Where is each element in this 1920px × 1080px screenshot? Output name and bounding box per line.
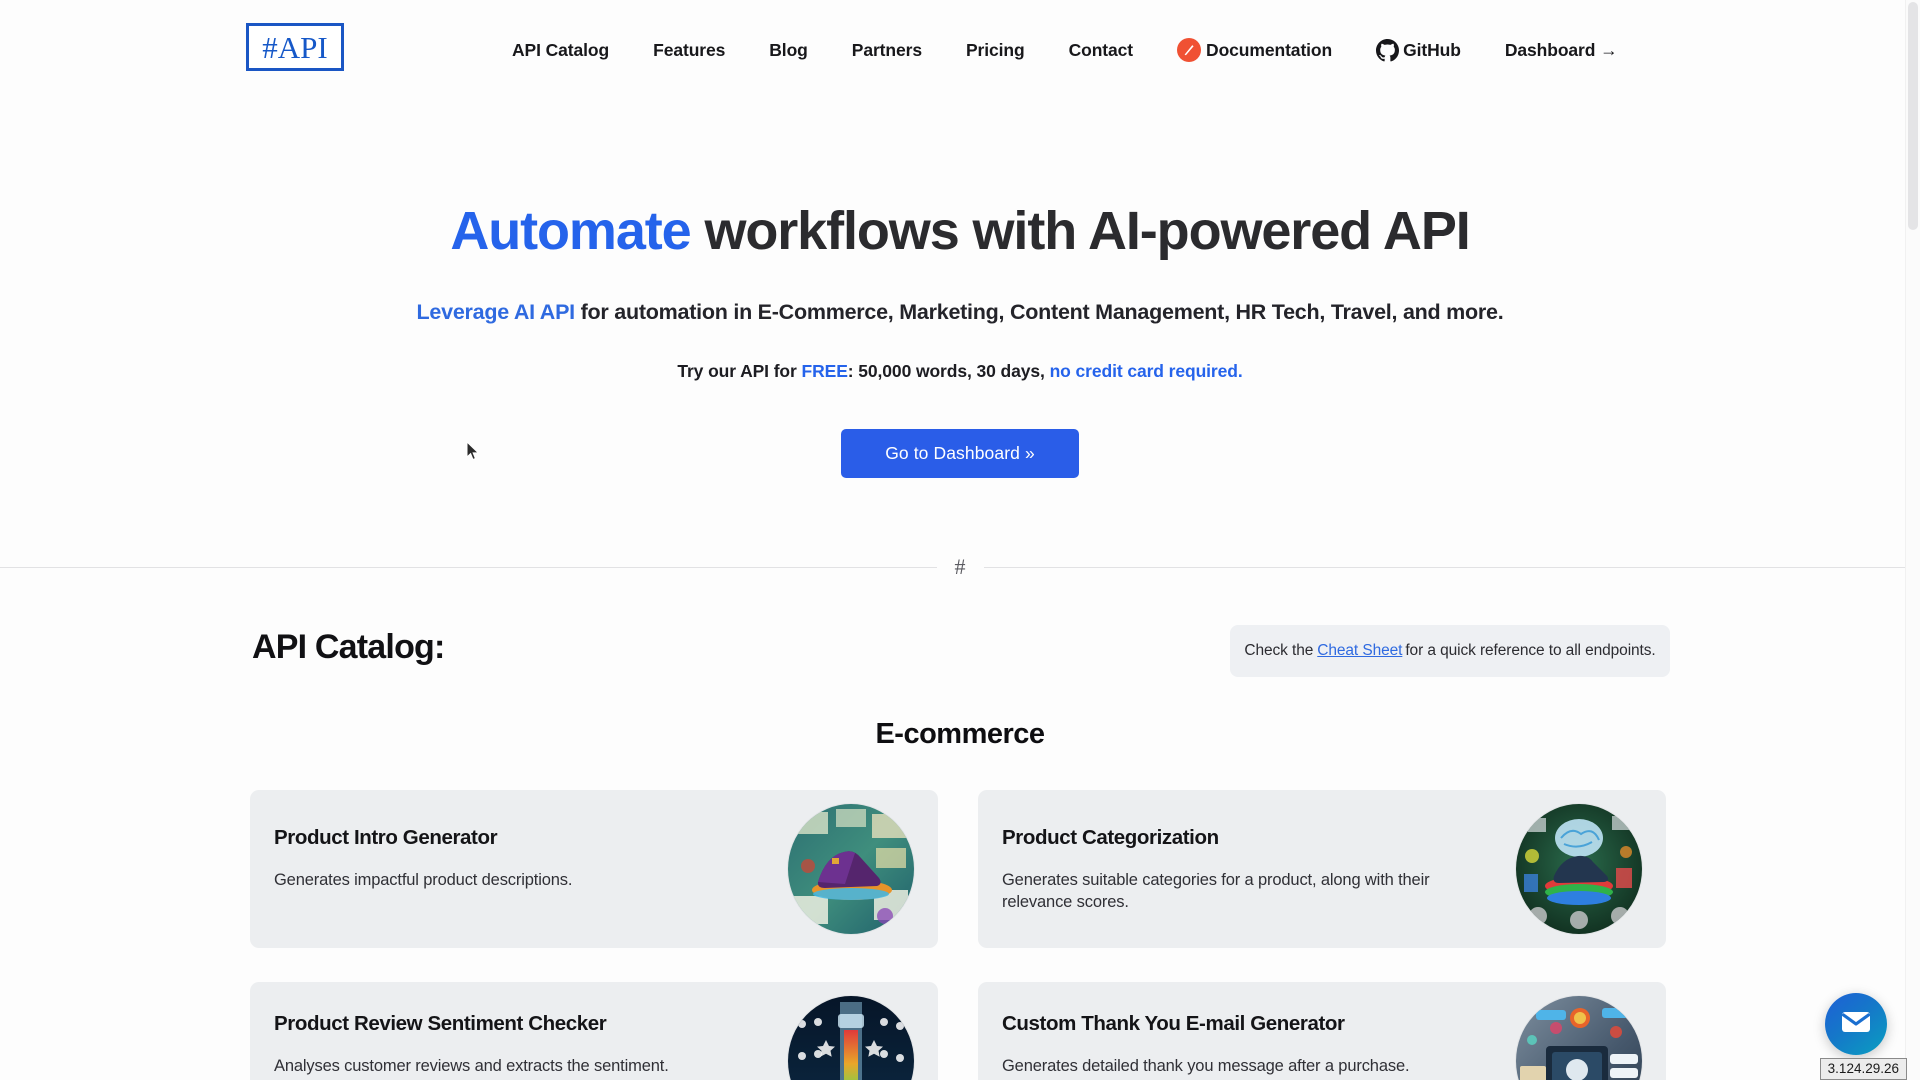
api-catalog-section: API Catalog: Check the Cheat Sheet for a…: [0, 600, 1920, 1080]
swagger-doc-icon: [1177, 38, 1202, 62]
card-description: Generates suitable categories for a prod…: [1002, 870, 1430, 911]
logo[interactable]: #API: [246, 23, 344, 71]
cta-container: Go to Dashboard »: [0, 429, 1920, 479]
nav-item-github[interactable]: GitHub: [1354, 38, 1483, 62]
nav-label-api-catalog: API Catalog: [512, 39, 610, 60]
nav-item-features[interactable]: Features: [631, 40, 747, 61]
nav-label-contact: Contact: [1068, 39, 1134, 60]
cheat-sheet-link[interactable]: Cheat Sheet: [1317, 642, 1402, 660]
landing-page: #API API Catalog Features Blog Partners …: [0, 0, 1920, 1080]
envelope-icon: [1841, 1010, 1871, 1039]
hero-section: Automate workflows with AI-powered API L…: [0, 100, 1920, 479]
nav-label-features: Features: [653, 39, 726, 60]
hero-subtitle: Leverage AI API for automation in E-Comm…: [0, 300, 1920, 325]
api-card-product-categorization[interactable]: Product Categorization Generates suitabl…: [978, 790, 1666, 948]
trial-middle: : 50,000 words, 30 days,: [847, 361, 1050, 382]
nav-label-partners: Partners: [851, 39, 922, 60]
sentiment-meter-thumb: [788, 996, 914, 1080]
chat-widget-button[interactable]: [1825, 993, 1887, 1055]
nav-label-documentation: Documentation: [1206, 39, 1333, 60]
trial-free-badge: FREE: [801, 361, 848, 382]
hero-title-rest: workflows with AI-powered API: [690, 201, 1470, 261]
hash-icon: #: [936, 553, 984, 580]
nav-item-dashboard[interactable]: Dashboard →: [1483, 40, 1640, 61]
card-title: Product Categorization: [1002, 826, 1219, 849]
nav-item-pricing[interactable]: Pricing: [944, 40, 1047, 61]
page-scrollbar[interactable]: [1905, 0, 1920, 1080]
trial-suffix: no credit card required.: [1049, 361, 1243, 382]
trial-prefix: Try our API for: [677, 361, 802, 382]
nav-item-contact[interactable]: Contact: [1047, 40, 1155, 61]
api-card-product-review-sentiment-checker[interactable]: Product Review Sentiment Checker Analyse…: [250, 982, 938, 1080]
hero-subtitle-rest: for automation in E-Commerce, Marketing,…: [574, 300, 1504, 325]
nav-item-blog[interactable]: Blog: [747, 40, 829, 61]
api-card-product-intro-generator[interactable]: Product Intro Generator Generates impact…: [250, 790, 938, 948]
go-to-dashboard-button[interactable]: Go to Dashboard »: [841, 429, 1079, 479]
nav-item-partners[interactable]: Partners: [830, 40, 944, 61]
nav-item-documentation[interactable]: Documentation: [1155, 38, 1354, 62]
catalog-header: API Catalog: Check the Cheat Sheet for a…: [250, 600, 1670, 677]
divider-line-right: [983, 567, 1920, 568]
card-description: Analyses customer reviews and extracts t…: [274, 1056, 669, 1075]
nav-label-pricing: Pricing: [965, 39, 1025, 60]
logo-text: #API: [262, 29, 328, 65]
catalog-title: API Catalog:: [252, 628, 445, 666]
main-navigation: API Catalog Features Blog Partners Prici…: [490, 0, 1640, 100]
page-title: Automate workflows with AI-powered API: [0, 201, 1920, 261]
hero-trial-text: Try our API for FREE: 50,000 words, 30 d…: [0, 361, 1920, 382]
card-title: Custom Thank You E-mail Generator: [1002, 1012, 1345, 1035]
scrollbar-thumb[interactable]: [1908, 2, 1918, 230]
section-divider: #: [0, 553, 1920, 580]
hero-title-accent: Automate: [450, 201, 691, 261]
divider-line-left: [0, 567, 937, 568]
site-header: #API API Catalog Features Blog Partners …: [0, 0, 1920, 100]
purple-sneaker-collage-thumb: [788, 804, 914, 934]
cheat-sheet-callout: Check the Cheat Sheet for a quick refere…: [1230, 625, 1670, 677]
card-description: Generates detailed thank you message aft…: [1002, 1056, 1410, 1075]
nav-label-github: GitHub: [1403, 39, 1461, 60]
ip-address-badge: 3.124.29.26: [1819, 1058, 1907, 1080]
card-title: Product Review Sentiment Checker: [274, 1012, 607, 1035]
brain-sneaker-categories-thumb: [1516, 804, 1642, 934]
api-card-grid: Product Intro Generator Generates impact…: [250, 790, 1670, 1080]
thank-you-email-thumb: [1516, 996, 1642, 1080]
nav-label-dashboard: Dashboard →: [1504, 39, 1618, 60]
github-icon: [1376, 38, 1400, 62]
cheat-suffix-text: for a quick reference to all endpoints.: [1405, 642, 1656, 659]
hero-subtitle-accent: Leverage AI API: [416, 300, 576, 325]
card-title: Product Intro Generator: [274, 826, 498, 849]
card-description: Generates impactful product descriptions…: [274, 870, 573, 889]
api-card-custom-thank-you-email-generator[interactable]: Custom Thank You E-mail Generator Genera…: [978, 982, 1666, 1080]
nav-label-blog: Blog: [769, 39, 808, 60]
nav-item-api-catalog[interactable]: API Catalog: [490, 40, 631, 61]
category-heading-ecommerce: E-commerce: [875, 718, 1045, 750]
cheat-prefix-text: Check the: [1244, 642, 1314, 659]
